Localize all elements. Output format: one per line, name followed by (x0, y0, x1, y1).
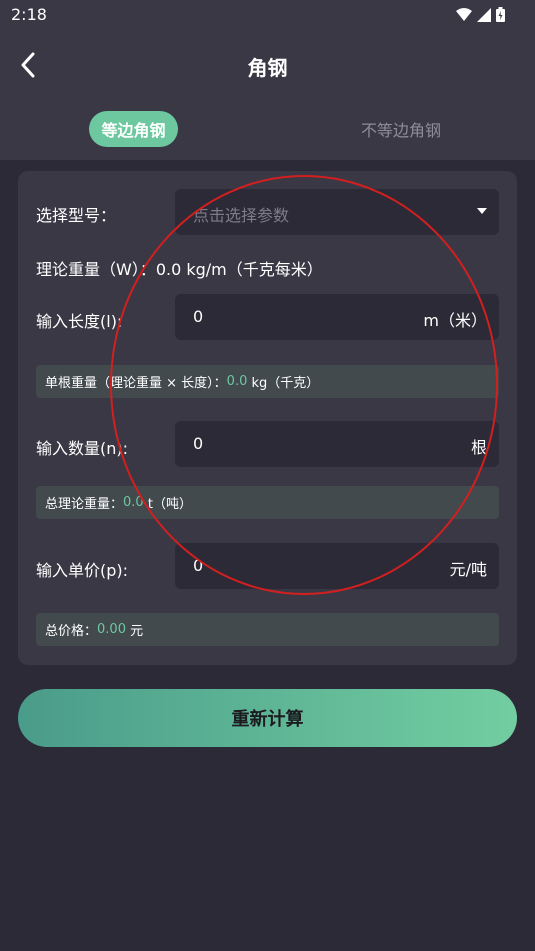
total-price-unit: 元 (130, 624, 144, 639)
weight-label-text: 理论重量（W）： (36, 260, 156, 279)
battery-icon (496, 7, 505, 22)
tab-unequal-angle[interactable]: 不等边角钢 (336, 111, 466, 147)
signal-icon (477, 7, 491, 22)
dropdown-arrow-icon (477, 208, 487, 214)
quantity-label: 输入数量(n): (36, 439, 129, 458)
price-input[interactable]: 0 元/吨 (175, 543, 499, 589)
total-weight-value: 0.0 (123, 495, 144, 510)
tab-equal-angle[interactable]: 等边角钢 (89, 111, 178, 147)
page-title: 角钢 (247, 56, 288, 80)
price-unit: 元/吨 (449, 560, 487, 579)
model-placeholder: 点击选择参数 (193, 206, 290, 225)
total-price-label: 总价格： (45, 624, 98, 639)
model-select[interactable]: 点击选择参数 (175, 189, 499, 235)
status-icons (456, 7, 505, 22)
total-weight-result: 总理论重量： 0.0 t（吨） (36, 486, 499, 519)
total-price-value: 0.00 (97, 622, 126, 637)
single-weight-result: 单根重量（理论重量 × 长度）： 0.0 kg（千克） (36, 365, 499, 398)
price-value: 0 (193, 556, 204, 575)
length-value: 0 (193, 307, 204, 326)
total-price-result: 总价格： 0.00 元 (36, 613, 499, 646)
theoretical-weight-label: 理论重量（W）：0.0 kg/m（千克每米） (36, 256, 323, 280)
quantity-value: 0 (193, 434, 204, 453)
status-bar: 2:18 (0, 0, 535, 30)
length-label: 输入长度(l): (36, 312, 123, 331)
single-weight-unit: kg（千克） (251, 376, 320, 391)
calculator-card: 选择型号： 点击选择参数 理论重量（W）：0.0 kg/m（千克每米） 输入长度… (18, 171, 517, 665)
recalculate-button[interactable]: 重新计算 (18, 689, 517, 747)
total-weight-label: 总理论重量： (45, 497, 124, 512)
price-label: 输入单价(p): (36, 561, 129, 580)
app-bar: 角钢 等边角钢 不等边角钢 (0, 30, 535, 160)
length-input[interactable]: 0 m（米） (175, 294, 499, 340)
status-time: 2:18 (11, 5, 47, 24)
total-weight-unit: t（吨） (147, 497, 192, 512)
wifi-icon (456, 7, 472, 21)
quantity-input[interactable]: 0 根 (175, 421, 499, 467)
weight-value: 0.0 kg/m（千克每米） (155, 260, 323, 279)
quantity-unit: 根 (470, 438, 487, 457)
model-label: 选择型号： (36, 206, 117, 225)
single-weight-value: 0.0 (226, 374, 248, 389)
single-weight-label: 单根重量（理论重量 × 长度）： (45, 376, 227, 391)
length-unit: m（米） (423, 311, 487, 330)
